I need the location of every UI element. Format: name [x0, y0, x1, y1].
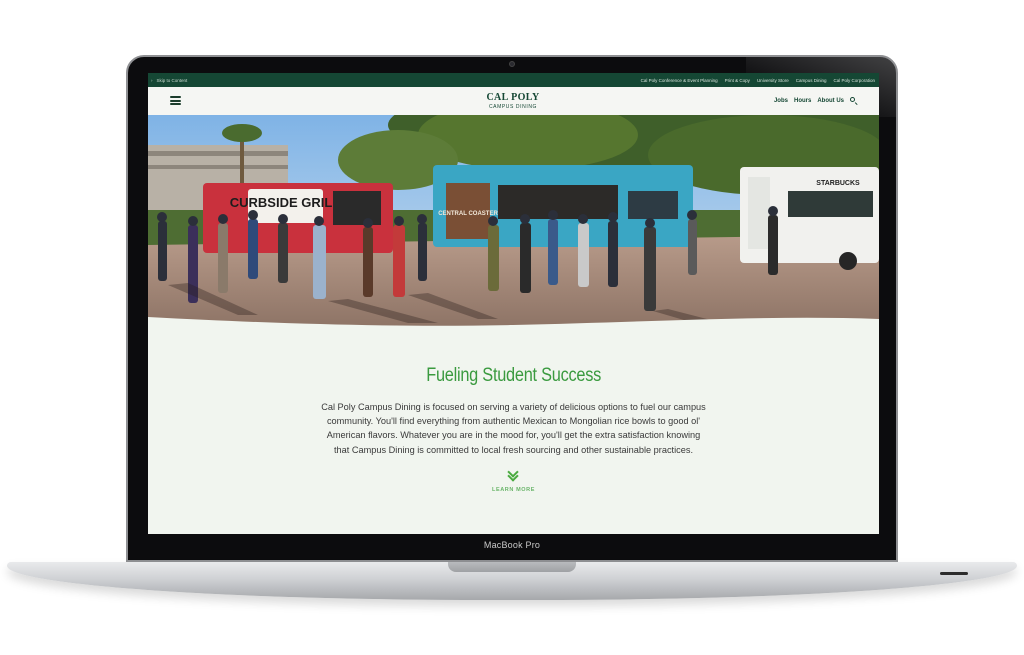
- page-headline: Fueling Student Success: [426, 365, 601, 386]
- hero-wave-divider: [148, 317, 879, 335]
- chevron-down-icon[interactable]: [506, 466, 521, 483]
- nav-jobs[interactable]: Jobs: [774, 98, 788, 104]
- truck-sign-central: CENTRAL COASTER: [438, 211, 498, 217]
- search-icon[interactable]: [850, 97, 858, 105]
- utility-link-store[interactable]: University Store: [757, 78, 789, 83]
- logo-subtitle: CAMPUS DINING: [488, 104, 538, 110]
- utility-link-corporation[interactable]: Cal Poly Corporation: [833, 78, 875, 83]
- hero-image: CURBSIDE GRILL CENTRAL COASTER STARBUCKS: [148, 115, 879, 327]
- site-logo[interactable]: CAL POLY CAMPUS DINING: [463, 92, 563, 110]
- webcam: [509, 61, 515, 67]
- utility-bar: › Skip to Content Cal Poly Conference & …: [148, 73, 879, 87]
- browser-screen: › Skip to Content Cal Poly Conference & …: [148, 73, 879, 534]
- nav-hours[interactable]: Hours: [794, 98, 811, 104]
- utility-link-conference[interactable]: Cal Poly Conference & Event Planning: [641, 78, 718, 83]
- nav-about-us[interactable]: About Us: [817, 98, 844, 104]
- laptop-hinge-notch: [448, 562, 576, 572]
- skip-to-content-link[interactable]: › Skip to Content: [151, 78, 187, 83]
- menu-icon[interactable]: [170, 96, 181, 105]
- food-trucks-photo: CURBSIDE GRILL CENTRAL COASTER STARBUCKS: [148, 115, 879, 327]
- truck-sign-starbucks: STARBUCKS: [816, 180, 860, 187]
- utility-link-dining[interactable]: Campus Dining: [796, 78, 827, 83]
- intro-paragraph: Cal Poly Campus Dining is focused on ser…: [321, 402, 706, 455]
- logo-title: CAL POLY: [486, 92, 540, 103]
- main-nav: Jobs Hours About Us: [774, 97, 858, 105]
- intro-section: Fueling Student Success Cal Poly Campus …: [148, 365, 879, 493]
- learn-more-link[interactable]: LEARN MORE: [148, 487, 879, 493]
- utility-links: Cal Poly Conference & Event Planning Pri…: [641, 78, 875, 83]
- laptop-frame: › Skip to Content Cal Poly Conference & …: [0, 0, 1024, 655]
- site-header: CAL POLY CAMPUS DINING Jobs Hours About …: [148, 87, 879, 115]
- utility-link-print[interactable]: Print & Copy: [725, 78, 750, 83]
- skip-link-label: Skip to Content: [156, 77, 188, 83]
- truck-sign-curbside: CURBSIDE GRILL: [230, 195, 341, 210]
- arrow-right-icon: ›: [151, 77, 153, 83]
- status-led: [940, 572, 968, 575]
- device-label: MacBook Pro: [483, 540, 541, 550]
